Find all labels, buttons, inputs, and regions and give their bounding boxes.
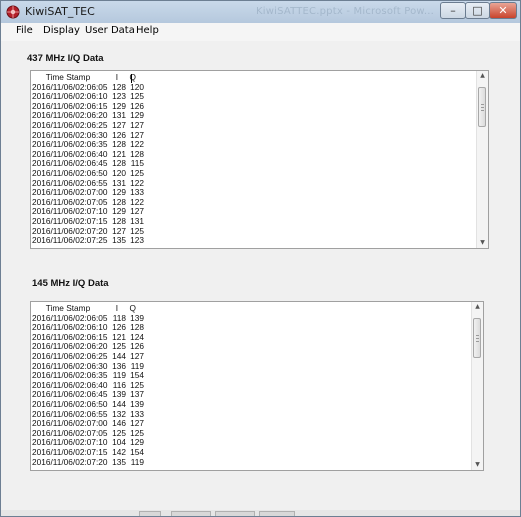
- panel-145-title: 145 MHz I/Q Data: [32, 278, 109, 289]
- vertical-scrollbar-145[interactable]: ▲ ▼: [471, 302, 483, 470]
- scroll-thumb[interactable]: [473, 318, 481, 358]
- menu-file[interactable]: File: [16, 25, 33, 36]
- scroll-up-arrow-icon[interactable]: ▲: [472, 302, 483, 312]
- menu-help[interactable]: Help: [136, 25, 159, 36]
- background-window-title: KiwiSATTEC.pptx - Microsoft Pow...: [256, 6, 434, 17]
- scroll-down-arrow-icon[interactable]: ▼: [472, 460, 483, 470]
- iq-table-145: Time Stamp I Q 2016/11/06/02:06:05 118 139 20…: [32, 303, 144, 468]
- main-window: KiwiSAT_TEC KiwiSATTEC.pptx - Microsoft …: [0, 0, 521, 517]
- vertical-scrollbar-437[interactable]: ▲ ▼: [476, 71, 488, 248]
- scroll-down-arrow-icon[interactable]: ▼: [477, 238, 488, 248]
- menu-user-data[interactable]: User Data: [85, 25, 135, 36]
- iq-table-437: Time Stamp I Q 2016/11/06/02:06:05 128 120 20…: [32, 72, 144, 246]
- scroll-up-arrow-icon[interactable]: ▲: [477, 71, 488, 81]
- table-row: 2016/11/06/02:07:25 135 123: [32, 235, 144, 246]
- cell-q: 119: [130, 456, 144, 467]
- maximize-button[interactable]: □: [465, 2, 490, 19]
- table-row: 2016/11/06/02:07:20 135 119: [32, 456, 144, 468]
- cell-i: 135: [112, 456, 126, 467]
- scroll-thumb[interactable]: [478, 87, 486, 127]
- cell-timestamp: 2016/11/06/02:07:20: [32, 456, 108, 467]
- menu-bar: File Display User Data Help: [1, 23, 520, 41]
- taskbar-button[interactable]: [139, 511, 161, 516]
- cell-q: 123: [130, 235, 144, 246]
- cell-timestamp: 2016/11/06/02:07:25: [32, 235, 108, 246]
- cell-i: 135: [112, 235, 126, 246]
- close-button[interactable]: ✕: [489, 2, 517, 19]
- iq-data-panel-145[interactable]: Time Stamp I Q 2016/11/06/02:06:05 118 139 20…: [30, 301, 484, 471]
- panel-437-title: 437 MHz I/Q Data: [27, 53, 104, 64]
- taskbar-button[interactable]: [215, 511, 255, 516]
- taskbar-button[interactable]: [259, 511, 295, 516]
- title-bar[interactable]: KiwiSAT_TEC KiwiSATTEC.pptx - Microsoft …: [1, 1, 520, 24]
- kiwisat-app-icon: [6, 5, 20, 19]
- taskbar-button[interactable]: [171, 511, 211, 516]
- menu-display[interactable]: Display: [43, 25, 80, 36]
- text-caret: [131, 74, 132, 83]
- minimize-button[interactable]: –: [440, 2, 466, 19]
- iq-data-panel-437[interactable]: Time Stamp I Q 2016/11/06/02:06:05 128 120 20…: [30, 70, 489, 249]
- window-title: KiwiSAT_TEC: [25, 5, 95, 18]
